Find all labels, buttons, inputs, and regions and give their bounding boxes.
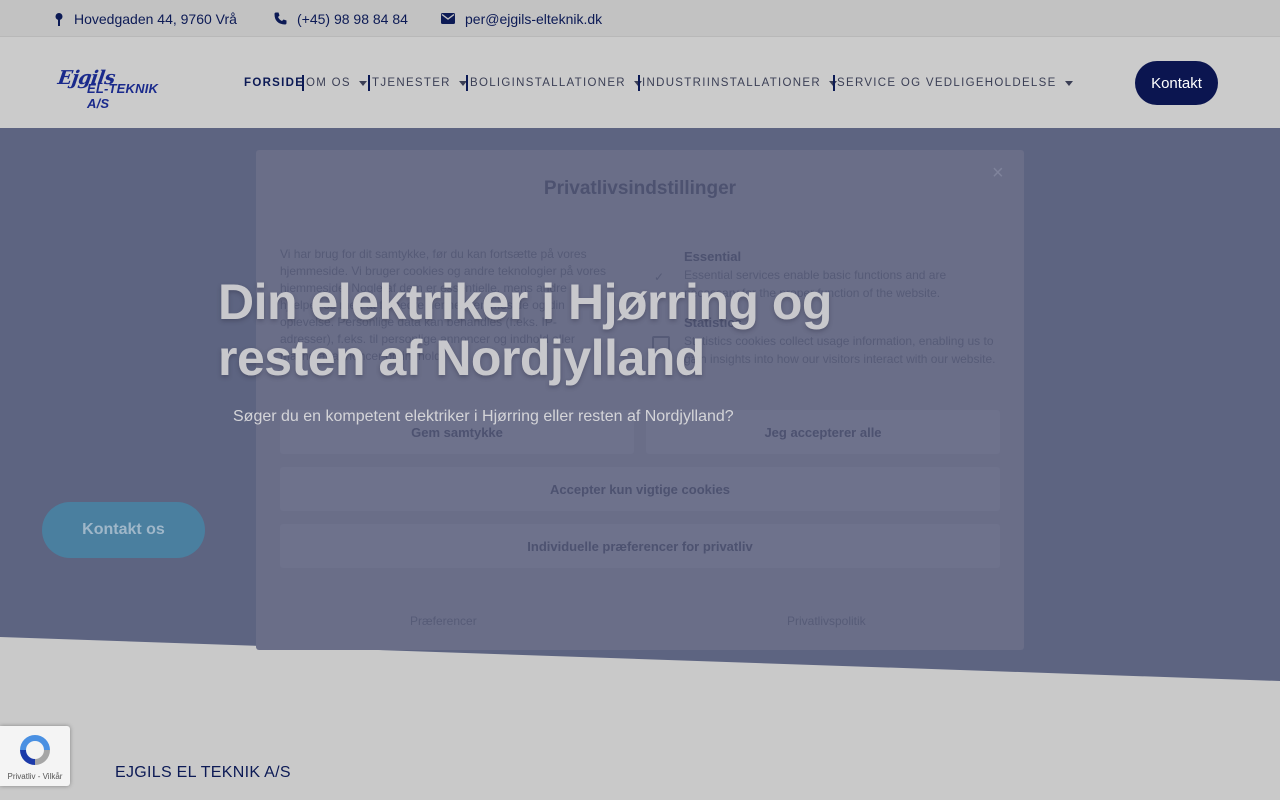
individual-preferences-button[interactable]: Individuelle præferencer for privatliv [280, 524, 1000, 568]
category-name: Essential [684, 249, 742, 264]
nav-divider [302, 75, 304, 91]
nav-label: BOLIGINSTALLATIONER [470, 77, 626, 89]
privacy-policy-link[interactable]: Privatlivspolitik [787, 614, 866, 628]
nav-label: INDUSTRIINSTALLATIONER [642, 77, 821, 89]
kontakt-button[interactable]: Kontakt [1135, 61, 1218, 105]
nav-divider [368, 75, 370, 91]
email-item[interactable]: per@ejgils-elteknik.dk [441, 0, 602, 37]
location-pin-icon [54, 12, 64, 26]
nav-item-industriinstallationer[interactable]: INDUSTRIINSTALLATIONER [642, 75, 837, 91]
address-text: Hovedgaden 44, 9760 Vrå [74, 10, 237, 27]
close-icon[interactable]: × [992, 162, 1004, 185]
recaptcha-badge[interactable]: Privatliv - Vilkår [0, 726, 70, 786]
nav-item-forside[interactable]: FORSIDE [244, 75, 304, 91]
email-text: per@ejgils-elteknik.dk [465, 10, 603, 27]
nav-label: FORSIDE [244, 77, 305, 89]
nav-label: OM OS [306, 77, 351, 89]
logo-line2: EL-TEKNIK A/S [87, 81, 159, 111]
preferences-link[interactable]: Præferencer [410, 614, 477, 628]
nav-label: SERVICE OG VEDLIGEHOLDELSE [837, 77, 1057, 89]
nav-divider [833, 75, 835, 91]
nav-divider [638, 75, 640, 91]
site-header: Ejgils EL-TEKNIK A/S FORSIDE OM OS TJENE… [0, 37, 1280, 128]
kontakt-os-button[interactable]: Kontakt os [42, 502, 205, 558]
site-logo[interactable]: Ejgils EL-TEKNIK A/S [56, 67, 173, 111]
privacy-modal-title: Privatlivsindstillinger [543, 178, 737, 199]
hero-subtitle: Søger du en kompetent elektriker i Hjørr… [233, 408, 734, 425]
recaptcha-icon [20, 735, 50, 765]
nav-item-tjenester[interactable]: TJENESTER [372, 75, 467, 91]
top-info-bar: Hovedgaden 44, 9760 Vrå (+45) 98 98 84 8… [0, 0, 1280, 37]
phone-item[interactable]: (+45) 98 98 84 84 [274, 0, 408, 37]
company-name: EJGILS EL TEKNIK A/S [115, 764, 291, 781]
nav-label: TJENESTER [372, 77, 451, 89]
envelope-icon [441, 13, 455, 24]
caret-down-icon [1064, 80, 1073, 86]
phone-icon [274, 12, 287, 25]
nav-item-boliginstallationer[interactable]: BOLIGINSTALLATIONER [470, 75, 642, 91]
nav-item-service[interactable]: SERVICE OG VEDLIGEHOLDELSE [837, 75, 1073, 91]
accept-essential-button[interactable]: Accepter kun vigtige cookies [280, 467, 1000, 511]
phone-text: (+45) 98 98 84 84 [297, 10, 408, 27]
nav-item-om-os[interactable]: OM OS [306, 75, 367, 91]
caret-down-icon [358, 80, 367, 86]
recaptcha-links[interactable]: Privatliv - Vilkår [0, 772, 70, 781]
nav-divider [466, 75, 468, 91]
hero-title: Din elektriker i Hjørring og resten af N… [218, 274, 832, 386]
address-item[interactable]: Hovedgaden 44, 9760 Vrå [54, 0, 237, 37]
privacy-modal: Privatlivsindstillinger × Vi har brug fo… [256, 150, 1024, 650]
